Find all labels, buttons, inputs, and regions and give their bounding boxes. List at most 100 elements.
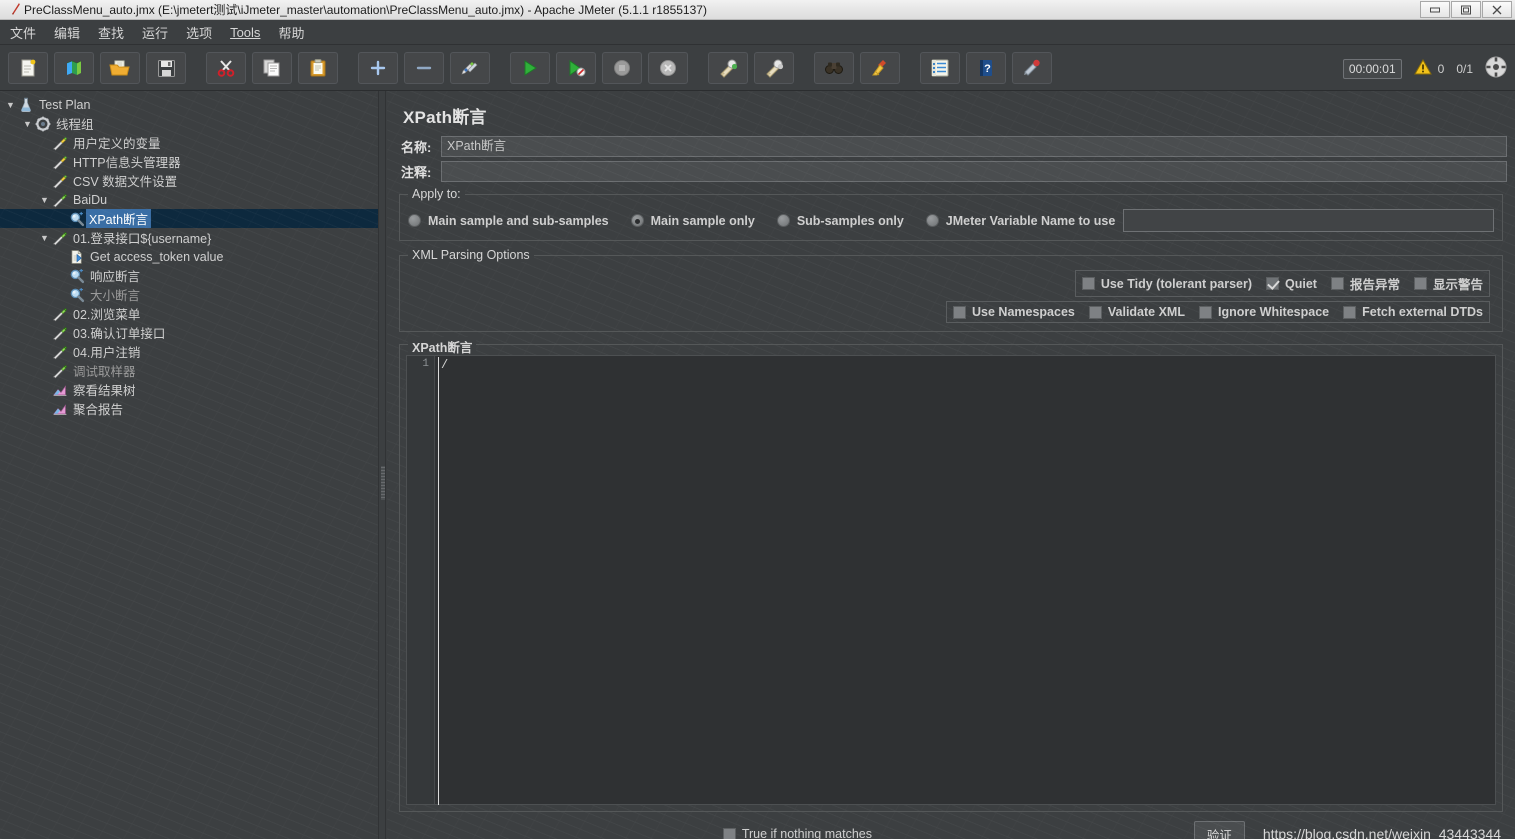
comment-input[interactable] [441, 161, 1507, 182]
apply-to-group: Apply to: Main sample and sub-samples Ma… [399, 187, 1503, 241]
elapsed-timer: 00:00:01 [1342, 58, 1402, 79]
expand-collapse-triangle-icon[interactable]: ▼ [38, 195, 51, 205]
radio-jmeter-variable[interactable]: JMeter Variable Name to use [925, 214, 1115, 228]
expand-collapse-triangle-icon[interactable]: ▼ [38, 233, 51, 243]
checkbox-use-namespaces[interactable]: Use Namespaces [953, 305, 1075, 319]
tree-node[interactable]: 响应断言 [0, 266, 378, 285]
tree-node[interactable]: ▼ 线程组 [0, 114, 378, 133]
tree-node[interactable]: 03.确认订单接口 [0, 323, 378, 342]
checkbox-fetch-external-dtds-label: Fetch external DTDs [1362, 305, 1483, 319]
expand-collapse-triangle-icon[interactable]: ▼ [21, 119, 34, 129]
plus-icon [369, 59, 387, 77]
tree-node[interactable]: 察看结果树 [0, 380, 378, 399]
validate-button[interactable]: 验证 [1193, 820, 1245, 839]
menu-run[interactable]: 运行 [134, 20, 176, 45]
shutdown-button[interactable] [648, 52, 688, 84]
stop-button[interactable] [602, 52, 642, 84]
checkbox-quiet[interactable]: Quiet [1266, 277, 1317, 291]
save-floppy-icon [157, 59, 176, 78]
radio-sub-only[interactable]: Sub-samples only [776, 214, 904, 228]
test-plan-tree[interactable]: ▼ Test Plan ▼ 线程组 用户定义的变量 HTTP信息头管理器 CSV 数据文件设… [0, 91, 378, 418]
templates-icon [64, 58, 84, 78]
checkbox-report-errors-label: 报告异常 [1349, 278, 1400, 292]
xml-parsing-row-1: Use Tidy (tolerant parser) Quiet 报告异常 显示… [1074, 270, 1490, 297]
tree-node[interactable]: 用户定义的变量 [0, 133, 378, 152]
http-sampler-icon [51, 191, 69, 208]
watermark-url: https://blog.csdn.net/weixin_43443344 [1262, 826, 1501, 839]
panel-splitter[interactable] [378, 91, 386, 839]
tree-node[interactable]: 调试取样器 [0, 361, 378, 380]
open-button[interactable] [100, 52, 140, 84]
menu-help[interactable]: 帮助 [270, 20, 312, 45]
tree-node[interactable]: XPath断言 [0, 209, 378, 228]
remote-stop-all-button[interactable] [754, 52, 794, 84]
checkbox-validate-xml-label: Validate XML [1107, 305, 1185, 319]
splitter-grip[interactable] [381, 466, 385, 500]
expand-all-button[interactable] [358, 52, 398, 84]
listener-icon [51, 400, 69, 417]
menu-file[interactable]: 文件 [2, 20, 44, 45]
activity-indicator-icon [1485, 56, 1507, 81]
page-title: XPath断言 [403, 108, 487, 127]
templates-button[interactable] [54, 52, 94, 84]
save-button[interactable] [146, 52, 186, 84]
undo-redo-button[interactable] [1012, 52, 1052, 84]
function-helper-button[interactable] [920, 52, 960, 84]
paste-button[interactable] [298, 52, 338, 84]
radio-main-and-sub[interactable]: Main sample and sub-samples [408, 214, 609, 228]
checkbox-fetch-external-dtds[interactable]: Fetch external DTDs [1343, 305, 1483, 319]
config-element-icon [51, 172, 69, 189]
tree-node[interactable]: CSV 数据文件设置 [0, 171, 378, 190]
menu-tools[interactable]: Tools [222, 22, 268, 43]
cut-button[interactable] [206, 52, 246, 84]
search-button[interactable] [814, 52, 854, 84]
title-bar: PreClassMenu_auto.jmx (E:\jmetert测试\iJme… [0, 0, 1515, 20]
stop-icon [612, 58, 632, 78]
xpath-code-area[interactable]: 1 / [406, 355, 1496, 805]
test-plan-tree-panel[interactable]: ▼ Test Plan ▼ 线程组 用户定义的变量 HTTP信息头管理器 CSV 数据文件设… [0, 91, 378, 839]
xpath-text-editor[interactable]: / [435, 356, 1495, 805]
checkbox-ignore-whitespace[interactable]: Ignore Whitespace [1198, 305, 1329, 319]
checkbox-true-if-nothing-matches[interactable]: True if nothing matches [722, 827, 872, 839]
collapse-all-button[interactable] [404, 52, 444, 84]
name-input[interactable]: XPath断言 [441, 136, 1507, 157]
copy-button[interactable] [252, 52, 292, 84]
checkbox-use-namespaces-label: Use Namespaces [972, 305, 1075, 319]
checkbox-show-warnings[interactable]: 显示警告 [1413, 274, 1483, 293]
new-button[interactable] [8, 52, 48, 84]
checkbox-report-errors[interactable]: 报告异常 [1330, 274, 1400, 293]
scissors-icon [216, 58, 236, 78]
radio-main-only[interactable]: Main sample only [630, 214, 755, 228]
maximize-button[interactable] [1451, 1, 1481, 18]
warning-indicator[interactable]: 0 [1413, 58, 1444, 78]
xpath-assertion-editor: XPath断言 名称: XPath断言 注释: Apply to: Main s… [387, 91, 1515, 839]
jmeter-variable-input[interactable] [1123, 209, 1494, 232]
tree-node[interactable]: 02.浏览菜单 [0, 304, 378, 323]
tree-node[interactable]: ▼ Test Plan [0, 95, 378, 114]
checkbox-unchecked-icon [953, 305, 967, 319]
tree-node[interactable]: ▼ BaiDu [0, 190, 378, 209]
tree-node[interactable]: 04.用户注销 [0, 342, 378, 361]
help-button[interactable]: ? [966, 52, 1006, 84]
tree-node[interactable]: 大小断言 [0, 285, 378, 304]
http-sampler-icon [51, 324, 69, 341]
start-no-timers-button[interactable] [556, 52, 596, 84]
tree-node[interactable]: HTTP信息头管理器 [0, 152, 378, 171]
start-button[interactable] [510, 52, 550, 84]
open-folder-icon [109, 58, 131, 78]
checkbox-validate-xml[interactable]: Validate XML [1088, 305, 1185, 319]
close-button[interactable] [1482, 1, 1512, 18]
tree-node[interactable]: 聚合报告 [0, 399, 378, 418]
expand-collapse-triangle-icon[interactable]: ▼ [4, 100, 17, 110]
remote-start-all-button[interactable] [708, 52, 748, 84]
tree-node[interactable]: ▼ 01.登录接口${username} [0, 228, 378, 247]
checkbox-use-tidy[interactable]: Use Tidy (tolerant parser) [1081, 277, 1252, 291]
menu-options[interactable]: 选项 [178, 20, 220, 45]
toggle-button[interactable] [450, 52, 490, 84]
clear-button[interactable] [860, 52, 900, 84]
menu-search[interactable]: 查找 [90, 20, 132, 45]
tree-node[interactable]: Get access_token value [0, 247, 378, 266]
minimize-button[interactable] [1420, 1, 1450, 18]
menu-edit[interactable]: 编辑 [46, 20, 88, 45]
checkbox-unchecked-icon [722, 827, 736, 839]
